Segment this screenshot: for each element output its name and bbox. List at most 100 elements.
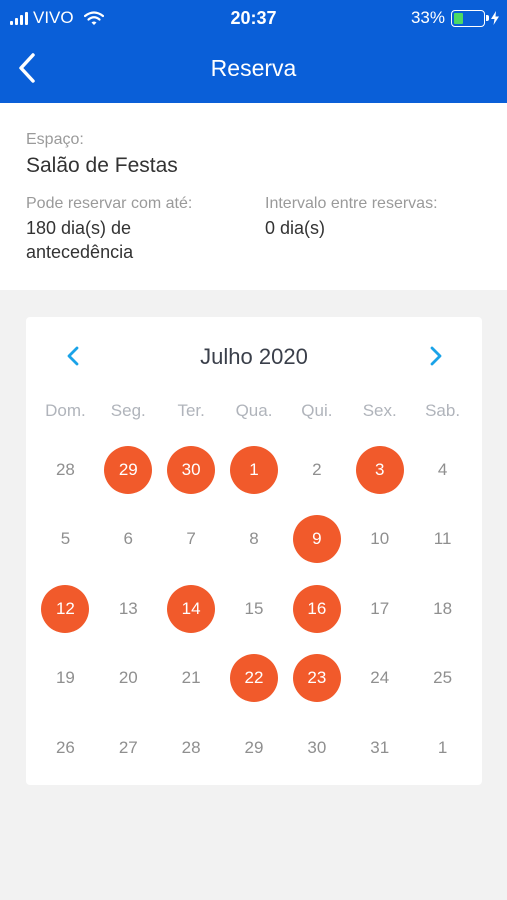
month-title: Julho 2020 [200,344,308,369]
day-number: 7 [186,529,196,549]
day-number: 1 [230,445,278,494]
calendar-day[interactable]: 27 [97,713,160,783]
day-number: 11 [433,529,452,549]
calendar-day[interactable]: 29 [223,713,286,783]
next-month-button[interactable] [421,339,451,373]
battery-percent: 33% [410,8,445,27]
calendar-day[interactable]: 1 [411,713,474,783]
calendar-day[interactable]: 15 [223,574,286,644]
day-number: 29 [104,445,153,494]
day-number: 5 [60,529,71,549]
day-number: 22 [230,654,278,703]
day-number: 4 [437,459,448,479]
day-number: 1 [437,737,448,757]
day-number: 9 [292,515,341,564]
calendar-day[interactable]: 6 [97,505,160,575]
chevron-right-icon [430,346,442,366]
day-number: 10 [370,529,390,549]
calendar-day[interactable]: 28 [160,713,223,783]
day-number: 28 [181,737,201,757]
calendar-day[interactable]: 7 [160,505,223,575]
day-number: 24 [370,668,390,688]
calendar-day[interactable]: 24 [348,644,411,714]
top-bar: VIVO 20:37 33% Reserva [0,0,507,103]
calendar: Julho 2020 Dom. Seg. Ter. Qua. Qui. Sex.… [26,317,482,785]
day-number: 30 [167,445,216,494]
space-value: Salão de Festas [26,154,178,177]
calendar-day[interactable]: 8 [223,505,286,575]
calendar-day[interactable]: 18 [411,574,474,644]
calendar-day-reserved[interactable]: 22 [223,644,286,714]
weekday-label: Qui. [301,401,333,420]
calendar-day[interactable]: 25 [411,644,474,714]
calendar-grid: 28 29 30 1 2 3 4 5 6 7 8 9 10 11 12 13 14 15 16 17 18 19 20 21 2… [34,435,474,783]
calendar-day-reserved[interactable]: 30 [160,435,223,505]
calendar-day[interactable]: 20 [97,644,160,714]
day-number: 2 [312,459,322,479]
day-number: 27 [118,737,138,757]
calendar-day[interactable]: 19 [34,644,97,714]
charging-icon [491,11,499,25]
calendar-day[interactable]: 30 [285,713,348,783]
space-info-panel: Espaço: Salão de Festas Pode reservar co… [0,103,507,290]
advance-value: 180 dia(s) de antecedência [26,216,133,264]
advance-label: Pode reservar com até: [26,195,193,212]
advance-value-line2: antecedência [26,242,134,262]
calendar-day-reserved[interactable]: 12 [34,574,97,644]
day-number: 8 [249,529,259,549]
day-number: 25 [433,668,453,688]
calendar-day[interactable]: 31 [348,713,411,783]
day-number: 16 [292,584,341,633]
calendar-day[interactable]: 17 [348,574,411,644]
calendar-day[interactable]: 28 [34,435,97,505]
day-number: 29 [244,737,264,757]
day-number: 15 [244,598,264,618]
day-number: 17 [370,598,390,618]
weekday-label: Seg. [110,401,146,420]
day-number: 13 [118,598,138,618]
calendar-day-reserved[interactable]: 23 [285,644,348,714]
interval-value: 0 dia(s) [265,218,326,238]
calendar-day[interactable]: 5 [34,505,97,575]
day-number: 26 [55,737,75,757]
status-bar: VIVO 20:37 33% [0,0,507,36]
calendar-day[interactable]: 4 [411,435,474,505]
day-number: 6 [123,529,134,549]
battery-info: 33% [411,8,499,28]
weekday-label: Dom. [45,401,86,420]
calendar-day-reserved[interactable]: 14 [160,574,223,644]
day-number: 30 [307,737,327,757]
weekday-label: Sex. [362,401,397,420]
day-number: 21 [181,668,201,688]
weekday-label: Sab. [425,401,461,420]
day-number: 20 [118,668,138,688]
calendar-day[interactable]: 26 [34,713,97,783]
calendar-day[interactable]: 10 [348,505,411,575]
space-label: Espaço: [26,131,84,148]
day-number: 14 [167,584,216,633]
nav-bar: Reserva [0,36,507,103]
day-number: 19 [55,668,75,688]
advance-value-line1: 180 dia(s) de [26,218,132,238]
calendar-day[interactable]: 2 [285,435,348,505]
day-number: 3 [355,445,404,494]
calendar-day-reserved[interactable]: 9 [285,505,348,575]
calendar-day-reserved[interactable]: 29 [97,435,160,505]
calendar-day-reserved[interactable]: 1 [223,435,286,505]
calendar-day-reserved[interactable]: 3 [348,435,411,505]
weekday-label: Qua. [235,401,273,420]
day-number: 31 [370,737,390,757]
calendar-day-reserved[interactable]: 16 [285,574,348,644]
day-number: 18 [433,598,453,618]
weekday-header: Dom. Seg. Ter. Qua. Qui. Sex. Sab. [34,401,474,421]
calendar-day[interactable]: 13 [97,574,160,644]
day-number: 12 [41,584,90,633]
page-title: Reserva [210,55,297,81]
calendar-day[interactable]: 21 [160,644,223,714]
weekday-label: Ter. [177,401,205,420]
day-number: 23 [292,654,341,703]
day-number: 28 [55,459,75,479]
interval-label: Intervalo entre reservas: [265,195,438,212]
battery-icon [451,9,489,27]
calendar-day[interactable]: 11 [411,505,474,575]
